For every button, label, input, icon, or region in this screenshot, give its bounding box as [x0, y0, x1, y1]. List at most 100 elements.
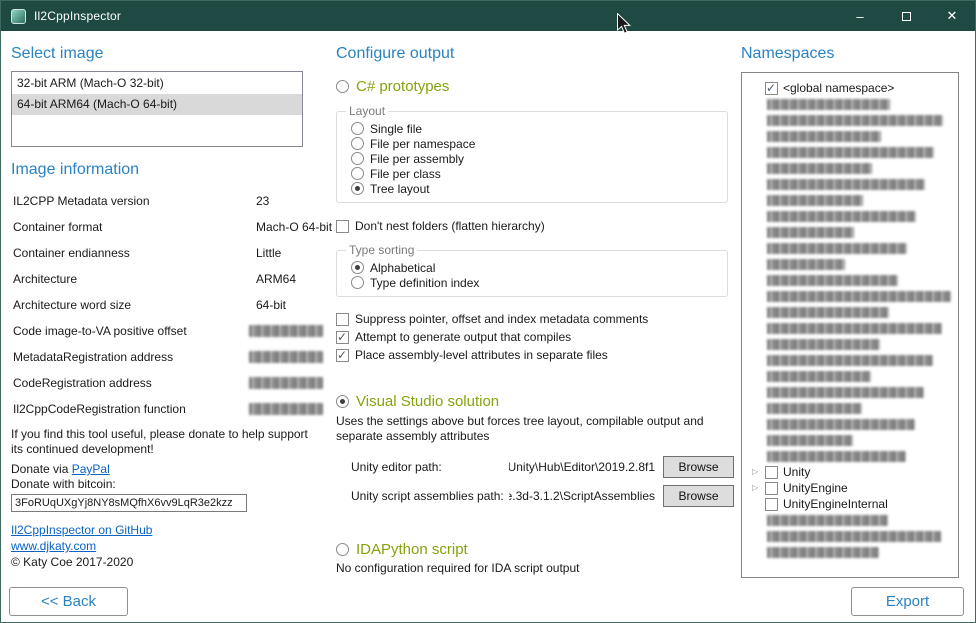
ida-description: No configuration required for IDA script… [336, 561, 736, 576]
browse-assemblies-path-button[interactable]: Browse [663, 485, 734, 507]
namespace-item-redacted[interactable] [750, 272, 954, 288]
maximize-button[interactable] [883, 1, 929, 31]
paypal-link[interactable]: PayPal [72, 462, 110, 476]
radio-label: File per class [370, 167, 441, 181]
layout-option-radio[interactable]: Single file [351, 121, 727, 136]
namespace-item-redacted[interactable] [750, 112, 954, 128]
output-option-checkbox[interactable]: Attempt to generate output that compiles [336, 328, 736, 346]
namespace-item[interactable]: <global namespace> [750, 80, 954, 96]
output-option-checkbox[interactable]: Suppress pointer, offset and index metad… [336, 310, 736, 328]
redacted-item [767, 243, 907, 254]
namespace-item-redacted[interactable] [750, 240, 954, 256]
checkbox-icon [765, 498, 778, 511]
redacted-value [249, 377, 323, 389]
namespace-item-redacted[interactable] [750, 224, 954, 240]
namespace-item-redacted[interactable] [750, 128, 954, 144]
redacted-item [767, 227, 854, 238]
namespace-item-redacted[interactable] [750, 160, 954, 176]
namespace-item-redacted[interactable] [750, 416, 954, 432]
configure-output-panel: Configure output C# prototypes Layout Si… [336, 37, 736, 576]
unity-editor-path-label: Unity editor path: [351, 460, 509, 474]
github-link[interactable]: Il2CppInspector on GitHub [11, 523, 152, 537]
unity-assemblies-path-label: Unity script assemblies path: [351, 489, 509, 503]
output-option-checkbox[interactable]: Place assembly-level attributes in separ… [336, 346, 736, 364]
layout-option-radio[interactable]: File per class [351, 166, 727, 181]
namespace-item-redacted[interactable] [750, 192, 954, 208]
sorting-option-radio[interactable]: Type definition index [351, 275, 727, 290]
browse-editor-path-button[interactable]: Browse [663, 456, 734, 478]
redacted-item [767, 211, 916, 222]
namespace-item-redacted[interactable] [750, 176, 954, 192]
namespace-item[interactable]: ▷UnityEngine [750, 480, 954, 496]
csharp-prototypes-radio[interactable]: C# prototypes [336, 77, 736, 95]
checkbox-icon [336, 331, 349, 344]
redacted-item [767, 339, 880, 350]
list-item[interactable]: 64-bit ARM64 (Mach-O 64-bit) [12, 94, 302, 115]
redacted-item [767, 515, 888, 526]
namespace-item-redacted[interactable] [750, 528, 954, 544]
radio-icon [336, 80, 349, 93]
select-image-heading: Select image [11, 45, 331, 63]
bitcoin-address-input[interactable] [11, 494, 247, 512]
image-list[interactable]: 32-bit ARM (Mach-O 32-bit)64-bit ARM64 (… [11, 71, 303, 147]
namespace-item-redacted[interactable] [750, 320, 954, 336]
visual-studio-solution-radio[interactable]: Visual Studio solution [336, 392, 736, 410]
info-label: Code image-to-VA positive offset [13, 324, 187, 338]
namespace-item-redacted[interactable] [750, 336, 954, 352]
namespace-item-redacted[interactable] [750, 544, 954, 560]
vs-description: Uses the settings above but forces tree … [336, 414, 732, 444]
layout-option-radio[interactable]: Tree layout [351, 181, 727, 196]
namespace-item-redacted[interactable] [750, 144, 954, 160]
redacted-item [767, 147, 934, 158]
info-label: Architecture word size [13, 298, 131, 312]
info-value: Little [256, 246, 281, 260]
redacted-item [767, 403, 862, 414]
radio-icon [351, 137, 364, 150]
namespace-item-redacted[interactable] [750, 512, 954, 528]
namespace-item-redacted[interactable] [750, 256, 954, 272]
namespace-item-redacted[interactable] [750, 96, 954, 112]
namespace-item-redacted[interactable] [750, 384, 954, 400]
flatten-checkbox[interactable]: Don't nest folders (flatten hierarchy) [336, 218, 736, 234]
layout-groupbox: Layout Single fileFile per namespaceFile… [336, 111, 728, 203]
close-icon: ✕ [947, 8, 958, 24]
expander-icon: ▷ [750, 464, 765, 480]
namespace-item[interactable]: UnityEngineInternal [750, 496, 954, 512]
idapython-script-radio[interactable]: IDAPython script [336, 540, 736, 558]
export-button[interactable]: Export [851, 587, 964, 616]
checkbox-label: Place assembly-level attributes in separ… [355, 348, 608, 362]
radio-icon [336, 543, 349, 556]
namespace-item-redacted[interactable] [750, 304, 954, 320]
layout-option-radio[interactable]: File per namespace [351, 136, 727, 151]
sorting-option-radio[interactable]: Alphabetical [351, 260, 727, 275]
redacted-item [767, 163, 872, 174]
namespace-list[interactable]: <global namespace> ▷Unity▷UnityEngineUnit… [741, 72, 959, 578]
csharp-prototypes-label: C# prototypes [356, 78, 449, 95]
minimize-button[interactable]: – [837, 1, 883, 31]
website-link[interactable]: www.djkaty.com [11, 539, 96, 553]
app-icon [11, 9, 26, 24]
namespace-item-redacted[interactable] [750, 448, 954, 464]
layout-option-radio[interactable]: File per assembly [351, 151, 727, 166]
app-window: Il2CppInspector – ✕ Select image 32-bit … [0, 0, 976, 623]
namespace-item-redacted[interactable] [750, 288, 954, 304]
info-label: Il2CppCodeRegistration function [13, 402, 186, 416]
layout-options: Single fileFile per namespaceFile per as… [351, 121, 727, 196]
radio-icon [351, 167, 364, 180]
close-button[interactable]: ✕ [929, 1, 975, 31]
namespace-item-redacted[interactable] [750, 352, 954, 368]
namespace-item-redacted[interactable] [750, 432, 954, 448]
info-label: Container format [13, 220, 102, 234]
redacted-item [767, 307, 889, 318]
unity-editor-path-row: Unity editor path: :\Unity\Hub\Editor\20… [336, 456, 734, 478]
title-bar[interactable]: Il2CppInspector – ✕ [1, 1, 975, 31]
namespace-item[interactable]: ▷Unity [750, 464, 954, 480]
namespace-item-redacted[interactable] [750, 400, 954, 416]
radio-label: Tree layout [370, 182, 430, 196]
select-image-panel: Select image 32-bit ARM (Mach-O 32-bit)6… [11, 37, 331, 570]
list-item[interactable]: 32-bit ARM (Mach-O 32-bit) [12, 73, 302, 94]
namespace-item-redacted[interactable] [750, 368, 954, 384]
checkbox-icon [765, 482, 778, 495]
namespace-item-redacted[interactable] [750, 208, 954, 224]
back-button[interactable]: << Back [9, 587, 128, 616]
